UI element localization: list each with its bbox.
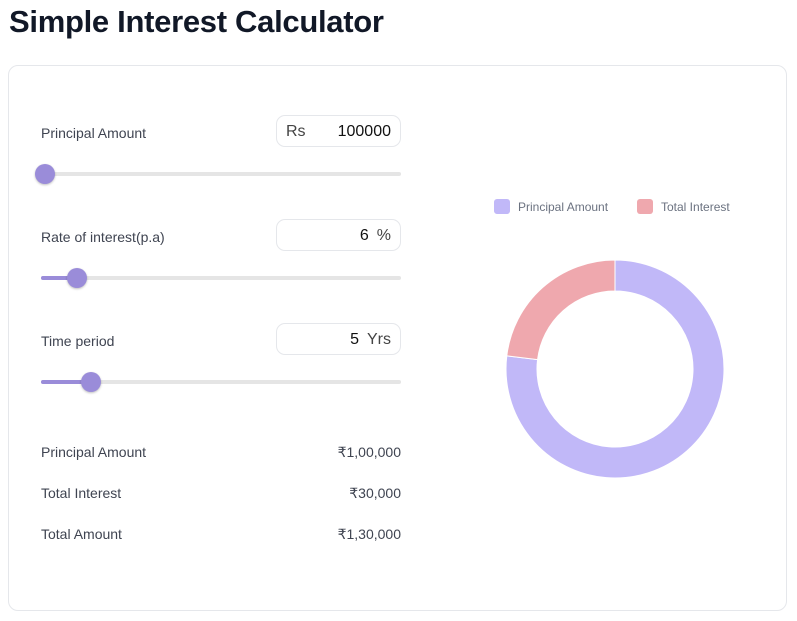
input-label: Rate of interest(p.a): [41, 229, 165, 245]
slider-track[interactable]: [41, 380, 401, 384]
input-label: Time period: [41, 333, 114, 349]
summary-interest: Total Interest ₹30,000: [41, 485, 401, 501]
input-field[interactable]: Rs 100000: [276, 115, 401, 147]
input-field[interactable]: 6%: [276, 219, 401, 251]
slider-thumb[interactable]: [35, 164, 55, 184]
legend-swatch: [494, 199, 510, 214]
input-unit: Yrs: [367, 331, 391, 348]
donut-chart: [500, 254, 730, 484]
legend-principal[interactable]: Principal Amount: [494, 199, 608, 214]
summary-value: ₹30,000: [349, 485, 401, 502]
summary-value: ₹1,30,000: [338, 526, 401, 543]
slider-thumb[interactable]: [67, 268, 87, 288]
legend-label: Principal Amount: [518, 200, 608, 214]
input-value[interactable]: 5: [350, 331, 359, 348]
input-value[interactable]: 6: [360, 227, 369, 244]
input-unit: %: [377, 227, 391, 244]
donut-slice-interest[interactable]: [507, 260, 615, 360]
summary-principal: Principal Amount ₹1,00,000: [41, 444, 401, 460]
summary-label: Total Interest: [41, 485, 121, 501]
slider-track[interactable]: [41, 172, 401, 176]
summary-total: Total Amount ₹1,30,000: [41, 526, 401, 542]
slider-track[interactable]: [41, 276, 401, 280]
legend-interest[interactable]: Total Interest: [637, 199, 730, 214]
input-prefix: Rs: [286, 123, 306, 141]
input-label: Principal Amount: [41, 125, 146, 141]
page-title: Simple Interest Calculator: [9, 4, 384, 40]
summary-label: Total Amount: [41, 526, 122, 542]
input-field[interactable]: 5 Yrs: [276, 323, 401, 355]
legend-swatch: [637, 199, 653, 214]
legend-label: Total Interest: [661, 200, 730, 214]
summary-value: ₹1,00,000: [338, 444, 401, 461]
input-value[interactable]: 100000: [338, 123, 391, 140]
summary-label: Principal Amount: [41, 444, 146, 460]
